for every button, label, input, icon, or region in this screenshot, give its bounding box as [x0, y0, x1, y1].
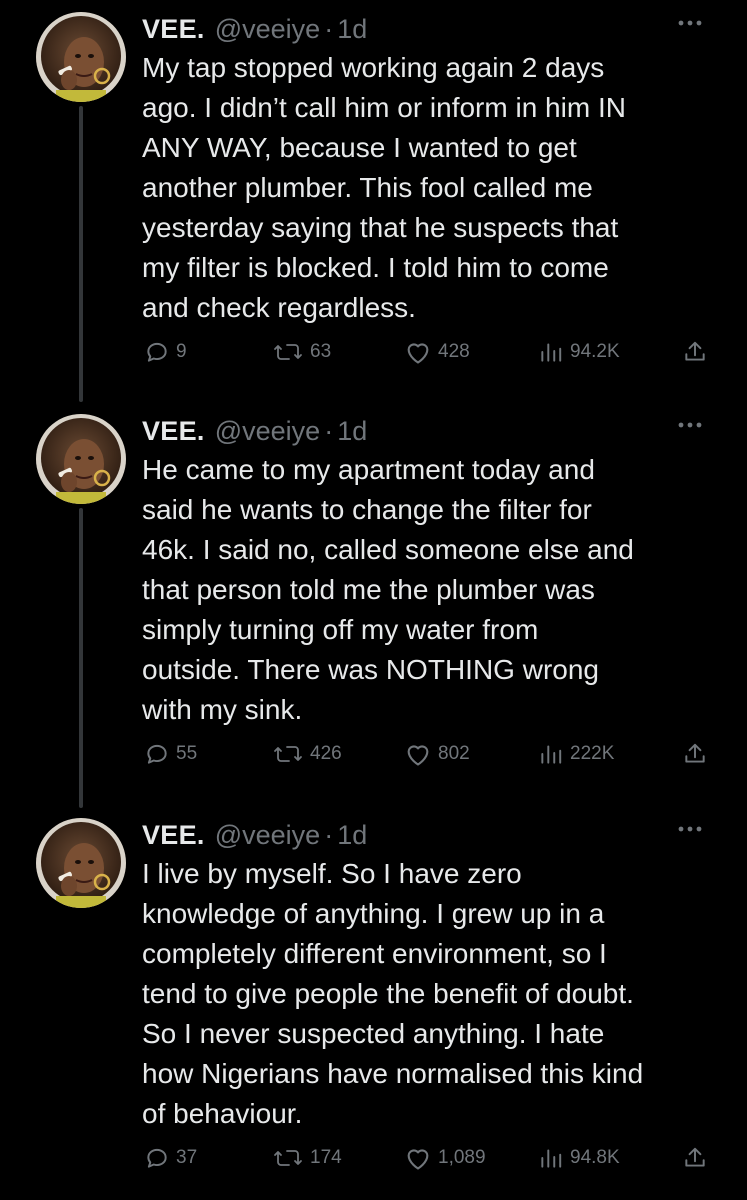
share-upload-icon: [685, 743, 705, 763]
views-button[interactable]: 222K: [538, 734, 614, 774]
views-bars-icon: [541, 343, 562, 362]
separator-dot: ·: [324, 416, 334, 446]
like-count: 802: [438, 743, 470, 764]
heart-icon: [407, 1149, 429, 1170]
tweet-actions: 37 174 1,089 94.8K: [138, 1138, 718, 1178]
share-button[interactable]: [682, 332, 708, 372]
avatar[interactable]: [36, 818, 126, 908]
author-name[interactable]: VEE.: [142, 812, 205, 858]
tweet-text: He came to my apartment today and said h…: [142, 454, 634, 725]
tweet-actions: 55 426 802 222K: [138, 734, 718, 774]
separator-dot: ·: [324, 820, 334, 850]
more-options-button[interactable]: [673, 814, 707, 844]
timestamp[interactable]: 1d: [337, 6, 367, 52]
author-handle[interactable]: @veeiye: [215, 408, 320, 454]
timestamp[interactable]: 1d: [337, 812, 367, 858]
views-count: 94.8K: [570, 1147, 620, 1168]
more-horizontal-icon: [678, 826, 702, 832]
tweet-header: VEE. @veeiye · 1d: [142, 812, 367, 858]
author-name[interactable]: VEE.: [142, 408, 205, 454]
share-upload-icon: [685, 1147, 705, 1167]
reply-button[interactable]: 55: [144, 734, 197, 774]
views-button[interactable]: 94.8K: [538, 1138, 620, 1178]
heart-icon: [407, 343, 429, 364]
views-count: 222K: [570, 743, 615, 764]
like-count: 1,089: [438, 1147, 486, 1168]
reply-bubble-icon: [147, 744, 167, 764]
retweet-icon: [274, 746, 302, 762]
more-horizontal-icon: [678, 422, 702, 428]
views-bars-icon: [541, 745, 562, 764]
views-bars-icon: [541, 1149, 562, 1168]
reply-button[interactable]: 9: [144, 332, 187, 372]
retweet-icon: [274, 1150, 302, 1166]
separator-dot: ·: [324, 14, 334, 44]
more-options-button[interactable]: [673, 8, 707, 38]
reply-button[interactable]: 37: [144, 1138, 197, 1178]
tweet[interactable]: VEE. @veeiye · 1d I live by myself. So I…: [0, 812, 747, 1192]
author-name[interactable]: VEE.: [142, 6, 205, 52]
tweet[interactable]: VEE. @veeiye · 1d He came to my apartmen…: [0, 408, 747, 808]
share-button[interactable]: [682, 1138, 708, 1178]
share-button[interactable]: [682, 734, 708, 774]
like-button[interactable]: 428: [404, 332, 470, 372]
avatar[interactable]: [36, 414, 126, 504]
retweet-button[interactable]: 63: [272, 332, 331, 372]
timestamp[interactable]: 1d: [337, 408, 367, 454]
reply-bubble-icon: [147, 342, 167, 362]
reply-count: 37: [176, 1147, 198, 1168]
tweet-text: My tap stopped working again 2 days ago.…: [142, 52, 626, 323]
tweet-header: VEE. @veeiye · 1d: [142, 408, 367, 454]
views-count: 94.2K: [570, 341, 620, 362]
like-button[interactable]: 1,089: [404, 1138, 486, 1178]
author-handle[interactable]: @veeiye: [215, 6, 320, 52]
share-upload-icon: [685, 341, 705, 361]
more-horizontal-icon: [678, 20, 702, 26]
retweet-icon: [274, 344, 302, 360]
tweet[interactable]: VEE. @veeiye · 1d My tap stopped working…: [0, 6, 747, 396]
tweet-text: I live by myself. So I have zero knowled…: [142, 858, 644, 1129]
like-button[interactable]: 802: [404, 734, 470, 774]
author-handle[interactable]: @veeiye: [215, 812, 320, 858]
tweet-actions: 9 63 428 94.2K: [138, 332, 718, 372]
views-button[interactable]: 94.2K: [538, 332, 620, 372]
retweet-count: 174: [310, 1147, 342, 1168]
retweet-button[interactable]: 174: [272, 1138, 342, 1178]
avatar[interactable]: [36, 12, 126, 102]
heart-icon: [407, 745, 429, 766]
more-options-button[interactable]: [673, 410, 707, 440]
tweet-header: VEE. @veeiye · 1d: [142, 6, 367, 52]
like-count: 428: [438, 341, 470, 362]
retweet-count: 63: [310, 341, 332, 362]
retweet-count: 426: [310, 743, 342, 764]
reply-count: 55: [176, 743, 198, 764]
reply-bubble-icon: [147, 1148, 167, 1168]
retweet-button[interactable]: 426: [272, 734, 342, 774]
reply-count: 9: [176, 341, 187, 362]
